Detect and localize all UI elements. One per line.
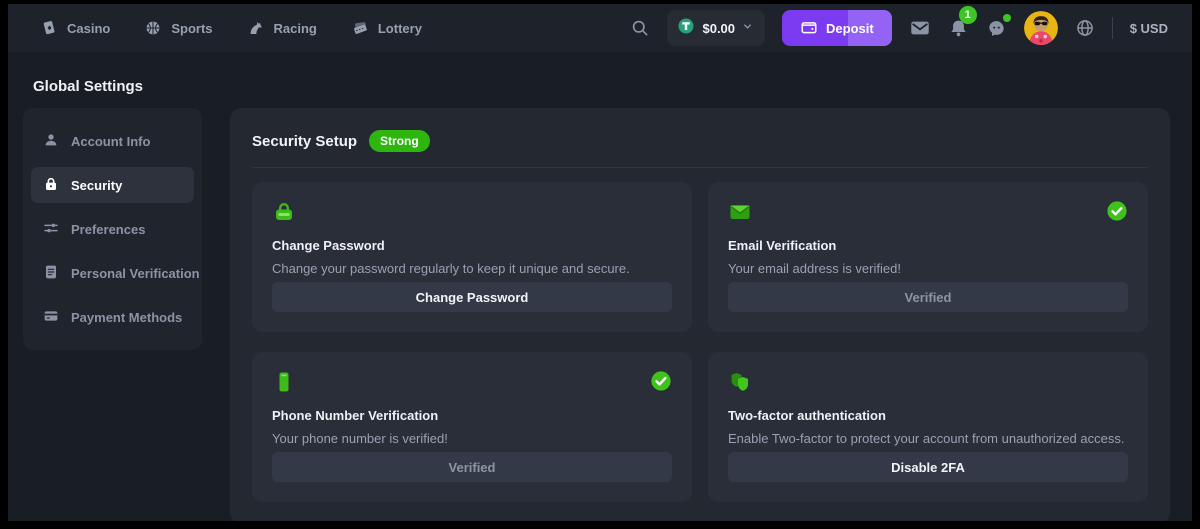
sidebar-item-label: Account Info <box>71 134 150 149</box>
card-title: Email Verification <box>728 238 1128 253</box>
two-factor-card: Two-factor authentication Enable Two-fac… <box>708 352 1148 502</box>
nav-label: Lottery <box>378 21 422 36</box>
nav-label: Sports <box>171 21 212 36</box>
user-icon <box>43 132 59 151</box>
divider <box>252 167 1148 168</box>
racing-horse-icon <box>247 19 265 37</box>
mail-icon[interactable] <box>909 17 931 39</box>
balance-dropdown[interactable]: $0.00 <box>667 10 765 46</box>
notification-count-badge: 1 <box>959 6 977 24</box>
wallet-icon <box>800 18 818 39</box>
card-description: Enable Two-factor to protect your accoun… <box>728 431 1128 446</box>
app-window: Casino Sports Racing Lottery $0.00 <box>8 4 1192 521</box>
nav-item-lottery[interactable]: Lottery <box>351 19 422 37</box>
card-title: Phone Number Verification <box>272 408 672 423</box>
chat-online-dot <box>1003 14 1011 22</box>
sidebar-item-account-info[interactable]: Account Info <box>31 123 194 159</box>
disable-2fa-button[interactable]: Disable 2FA <box>728 452 1128 482</box>
change-password-button[interactable]: Change Password <box>272 282 672 312</box>
credit-card-icon <box>43 308 59 327</box>
currency-selector[interactable]: $ USD <box>1130 21 1168 36</box>
globe-language-icon[interactable] <box>1075 18 1095 38</box>
lottery-ticket-icon <box>351 19 369 37</box>
card-description: Change your password regularly to keep i… <box>272 261 672 276</box>
user-avatar[interactable] <box>1024 11 1058 45</box>
divider <box>1112 17 1113 39</box>
sidebar-item-label: Preferences <box>71 222 145 237</box>
settings-page: Global Settings Account Info Security Pr… <box>8 52 1192 521</box>
card-title: Change Password <box>272 238 672 253</box>
email-verified-button[interactable]: Verified <box>728 282 1128 312</box>
nav-item-casino[interactable]: Casino <box>40 19 110 37</box>
settings-sidebar: Account Info Security Preferences Person… <box>23 108 202 350</box>
change-password-card: Change Password Change your password reg… <box>252 182 692 332</box>
navbar-actions: $0.00 Deposit 1 $ USD <box>630 10 1168 46</box>
card-description: Your email address is verified! <box>728 261 1128 276</box>
sidebar-item-security[interactable]: Security <box>31 167 194 203</box>
primary-nav: Casino Sports Racing Lottery <box>40 19 422 37</box>
nav-item-sports[interactable]: Sports <box>144 19 212 37</box>
notifications-bell-icon[interactable]: 1 <box>948 18 969 39</box>
top-navbar: Casino Sports Racing Lottery $0.00 <box>8 4 1192 52</box>
security-setup-panel: Security Setup Strong Change Password Ch… <box>230 108 1170 521</box>
email-verification-card: Email Verification Your email address is… <box>708 182 1148 332</box>
lock-icon <box>43 176 59 195</box>
nav-label: Racing <box>274 21 317 36</box>
page-title: Global Settings <box>33 78 1170 95</box>
casino-icon <box>40 19 58 37</box>
deposit-label: Deposit <box>826 21 874 36</box>
security-cards: Change Password Change your password reg… <box>252 182 1148 502</box>
sliders-icon <box>43 220 59 239</box>
phone-icon <box>272 370 296 399</box>
deposit-button[interactable]: Deposit <box>782 10 892 46</box>
panel-title: Security Setup <box>252 133 357 150</box>
balance-amount: $0.00 <box>702 21 735 36</box>
sidebar-item-label: Payment Methods <box>71 310 182 325</box>
sidebar-item-preferences[interactable]: Preferences <box>31 211 194 247</box>
envelope-icon <box>728 200 752 229</box>
verified-check-icon <box>650 370 672 397</box>
phone-verification-card: Phone Number Verification Your phone num… <box>252 352 692 502</box>
padlock-icon <box>272 200 296 229</box>
phone-verified-button[interactable]: Verified <box>272 452 672 482</box>
sidebar-item-label: Personal Verification <box>71 266 200 281</box>
chat-icon[interactable] <box>986 18 1007 39</box>
tether-icon <box>677 17 695 40</box>
verified-check-icon <box>1106 200 1128 227</box>
sidebar-item-label: Security <box>71 178 122 193</box>
card-title: Two-factor authentication <box>728 408 1128 423</box>
security-strength-badge: Strong <box>369 130 430 152</box>
nav-item-racing[interactable]: Racing <box>247 19 317 37</box>
card-description: Your phone number is verified! <box>272 431 672 446</box>
double-shield-icon <box>728 370 752 399</box>
search-icon[interactable] <box>630 18 650 38</box>
sports-icon <box>144 19 162 37</box>
chevron-down-icon <box>742 19 753 37</box>
document-icon <box>43 264 59 283</box>
sidebar-item-personal-verification[interactable]: Personal Verification <box>31 255 194 291</box>
sidebar-item-payment-methods[interactable]: Payment Methods <box>31 299 194 335</box>
nav-label: Casino <box>67 21 110 36</box>
